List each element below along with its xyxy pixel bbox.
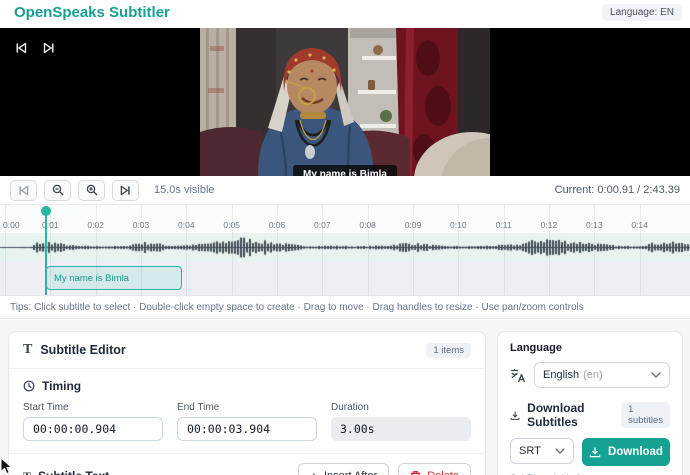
duration-value: 3.00s [331, 417, 471, 441]
start-time-input[interactable] [23, 417, 163, 441]
language-section-title: Language [510, 342, 670, 354]
skip-to-end-icon [120, 185, 131, 196]
subtitle-text-section: T Subtitle Text + Insert After [9, 453, 485, 475]
zoom-in-icon [86, 184, 98, 196]
items-count-badge: 1 items [426, 343, 471, 358]
tick-label: 0:06 [269, 220, 286, 230]
language-code: (en) [583, 369, 603, 381]
mouse-cursor [0, 457, 13, 475]
download-button[interactable]: Download [582, 438, 670, 466]
chevron-down-icon [555, 448, 565, 454]
tick-label: 0:12 [541, 220, 558, 230]
tick-label: 0:05 [223, 220, 240, 230]
end-time-field-group: End Time [177, 402, 317, 441]
language-select[interactable]: English (en) [534, 362, 670, 388]
subtitle-text-actions: + Insert After Delete [298, 463, 471, 475]
subtitles-count-badge: 1 subtitles [621, 402, 670, 428]
tick-label: 0:10 [450, 220, 467, 230]
download-row: SRT Download [510, 438, 670, 466]
start-time-field-group: Start Time [23, 402, 163, 441]
tick-label: 0:02 [87, 220, 104, 230]
translate-icon [510, 368, 526, 383]
insert-after-label: Insert After [324, 470, 377, 475]
format-select[interactable]: SRT [510, 438, 574, 464]
insert-after-button[interactable]: + Insert After [298, 463, 389, 475]
skip-back-icon [15, 42, 27, 54]
timeline-subtitle-text: My name is Bimla [54, 273, 129, 284]
video-player[interactable]: My name is Bimla [0, 28, 690, 176]
bottom-section: T Subtitle Editor 1 items Timing Start T… [0, 320, 690, 475]
download-button-label: Download [608, 446, 663, 458]
waveform-lane[interactable] [0, 233, 690, 262]
playhead[interactable] [45, 206, 47, 295]
subtitle-editor-title: Subtitle Editor [40, 343, 125, 357]
visible-duration-label: 15.0s visible [154, 184, 215, 196]
language-row: English (en) [510, 362, 670, 388]
clock-icon [23, 380, 35, 392]
zoom-out-button[interactable] [44, 180, 71, 201]
duration-label: Duration [331, 402, 471, 413]
subtitle-text-title: Subtitle Text [38, 469, 109, 475]
tick-label: 0:09 [405, 220, 422, 230]
timeline-subtitle-block[interactable]: My name is Bimla [46, 266, 182, 290]
tick-label: 0:03 [133, 220, 150, 230]
timeline-skip-end-button[interactable] [112, 180, 139, 201]
end-time-input[interactable] [177, 417, 317, 441]
download-header: Download Subtitles 1 subtitles [510, 401, 670, 429]
video-frame [200, 28, 490, 176]
page-title: OpenSpeaks Subtitler [14, 4, 170, 21]
plus-icon: + [310, 469, 318, 475]
delete-button[interactable]: Delete [398, 463, 471, 475]
zoom-out-icon [52, 184, 64, 196]
timeline-skip-start-button[interactable] [10, 180, 37, 201]
timing-fields: Start Time End Time Duration 3.00s [23, 402, 471, 441]
skip-back-button[interactable] [12, 40, 30, 56]
skip-to-start-icon [18, 185, 29, 196]
timeline-ruler[interactable]: 0:000:010:020:030:040:050:060:070:080:09… [0, 205, 690, 233]
format-selected: SRT [519, 445, 541, 457]
subtitle-editor-header: T Subtitle Editor 1 items [9, 332, 485, 369]
download-icon [589, 446, 601, 458]
tick-label: 0:13 [586, 220, 603, 230]
timeline-toolbar: 15.0s visible Current: 0:00.91 / 2:43.39 [0, 176, 690, 205]
timing-section: Timing Start Time End Time Duration 3.00… [9, 369, 485, 441]
tick-label: 0:04 [178, 220, 195, 230]
tick-label: 0:14 [631, 220, 648, 230]
tips-text: Tips: Click subtitle to select · Double-… [10, 302, 584, 313]
skip-forward-icon [43, 42, 55, 54]
duration-field-group: Duration 3.00s [331, 402, 471, 441]
subtitle-text-header: T Subtitle Text [23, 469, 109, 475]
timing-title: Timing [42, 379, 81, 393]
download-icon [510, 409, 520, 422]
language-selected: English [543, 369, 579, 381]
openspeaks-subtitler-app: OpenSpeaks Subtitler Language: EN [0, 0, 690, 475]
subtitle-editor-panel: T Subtitle Editor 1 items Timing Start T… [8, 331, 486, 475]
language-download-panel: Language English (en) [497, 331, 683, 475]
timing-header: Timing [23, 379, 471, 393]
app-header: OpenSpeaks Subtitler Language: EN [0, 0, 690, 28]
language-badge: Language: EN [602, 4, 682, 21]
delete-label: Delete [427, 470, 459, 475]
text-icon: T [23, 470, 31, 475]
text-icon: T [23, 343, 32, 357]
end-time-label: End Time [177, 402, 317, 413]
start-time-label: Start Time [23, 402, 163, 413]
zoom-in-button[interactable] [78, 180, 105, 201]
current-time-label: Current: 0:00.91 / 2:43.39 [555, 184, 680, 196]
tick-label: 0:08 [359, 220, 376, 230]
chevron-down-icon [651, 372, 661, 378]
trash-icon [410, 470, 421, 475]
audio-waveform [0, 233, 690, 262]
tick-label: 0:11 [496, 220, 512, 230]
skip-forward-button[interactable] [40, 40, 58, 56]
tips-bar: Tips: Click subtitle to select · Double-… [0, 295, 690, 319]
tick-label: 0:00 [3, 220, 20, 230]
download-title: Download Subtitles [527, 401, 614, 429]
tick-label: 0:07 [314, 220, 331, 230]
